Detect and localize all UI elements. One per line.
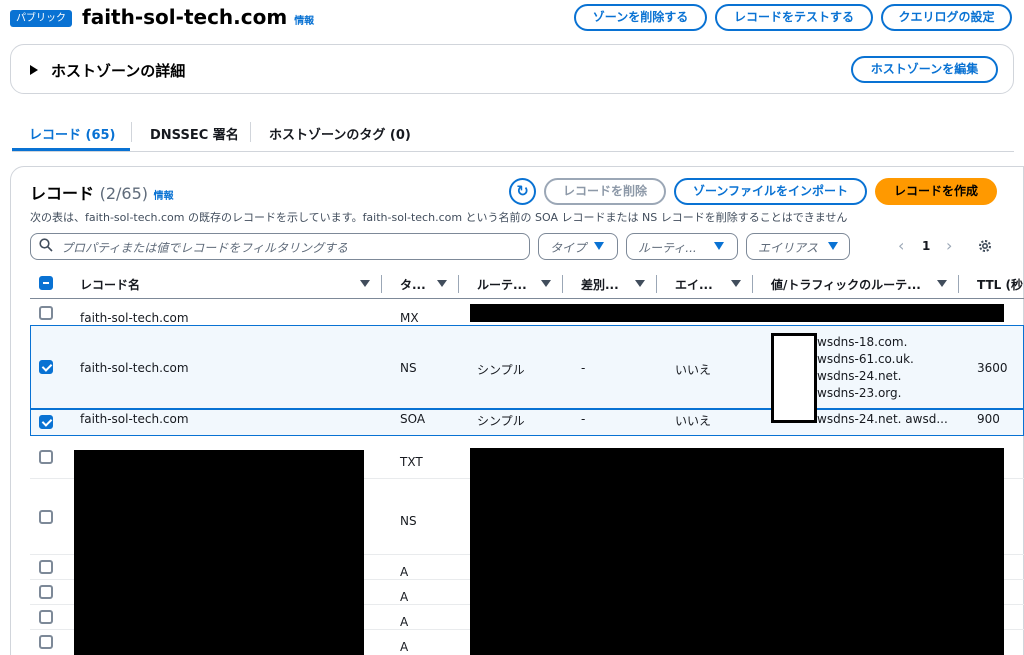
record-type: MX [400, 311, 419, 325]
column-separator[interactable] [381, 275, 382, 293]
row-checkbox[interactable] [39, 585, 53, 599]
records-count: (2/65) [99, 184, 149, 203]
domain-name: faith-sol-tech.com [82, 5, 288, 29]
record-alias: いいえ [675, 363, 712, 377]
record-type: NS [400, 361, 417, 375]
next-page-icon[interactable]: › [946, 236, 952, 255]
column-header-ttl[interactable]: TTL (秒 [977, 276, 1023, 293]
chevron-down-icon [828, 242, 838, 250]
row-checkbox[interactable] [39, 610, 53, 624]
table-header-divider [30, 298, 1024, 299]
record-name[interactable]: faith-sol-tech.com [80, 361, 189, 375]
sort-icon[interactable] [360, 280, 370, 287]
sort-icon[interactable] [541, 280, 551, 287]
select-all-checkbox[interactable] [39, 276, 53, 290]
record-value: wsdns-23.org. [817, 386, 902, 400]
public-badge: パブリック [10, 10, 72, 27]
tab-dnssec[interactable]: DNSSEC 署名 [150, 124, 239, 143]
row-checkbox[interactable] [39, 415, 53, 429]
record-differentiator: - [581, 361, 586, 375]
prev-page-icon[interactable]: ‹ [898, 236, 904, 255]
sort-icon[interactable] [437, 280, 447, 287]
alias-filter-label: エイリアス [758, 241, 819, 255]
test-record-button[interactable]: レコードをテストする [715, 4, 873, 31]
gear-icon[interactable] [977, 238, 993, 254]
chevron-down-icon [714, 242, 724, 250]
import-zone-file-button[interactable]: ゾーンファイルをインポート [674, 178, 867, 205]
column-header-type[interactable]: タ... [400, 276, 426, 293]
redacted-block [470, 448, 1004, 655]
record-value: wsdns-61.co.uk. [817, 352, 914, 366]
tab-zone-tags[interactable]: ホストゾーンのタグ (0) [269, 124, 411, 143]
tab-records[interactable]: レコード (65) [29, 124, 116, 143]
record-type: TXT [400, 455, 423, 469]
active-tab-indicator [12, 148, 130, 151]
column-separator[interactable] [562, 275, 563, 293]
records-title: レコード (2/65) 情報 [30, 180, 174, 204]
page-number[interactable]: 1 [922, 239, 930, 253]
sort-icon[interactable] [937, 280, 947, 287]
column-separator[interactable] [958, 275, 959, 293]
refresh-button[interactable]: ↻ [509, 178, 536, 205]
row-checkbox[interactable] [39, 450, 53, 464]
edit-hosted-zone-button[interactable]: ホストゾーンを編集 [851, 56, 998, 83]
delete-record-button[interactable]: レコードを削除 [544, 178, 666, 205]
record-name[interactable]: faith-sol-tech.com [80, 311, 189, 325]
row-checkbox[interactable] [39, 306, 53, 320]
redacted-block [470, 304, 1004, 322]
record-name[interactable]: faith-sol-tech.com [80, 412, 189, 426]
sort-icon[interactable] [731, 280, 741, 287]
records-info-link[interactable]: 情報 [154, 191, 174, 202]
tab-divider [131, 122, 132, 142]
type-filter-label: タイプ [550, 241, 587, 255]
record-value: wsdns-18.com. [817, 335, 908, 349]
record-type: A [400, 590, 409, 604]
column-header-name[interactable]: レコード名 [80, 276, 140, 293]
column-separator[interactable] [656, 275, 657, 293]
record-type: A [400, 565, 409, 579]
column-header-differentiator[interactable]: 差別... [581, 276, 619, 293]
page-title: faith-sol-tech.com 情報 [82, 5, 314, 29]
record-ttl: 900 [977, 412, 1000, 426]
record-routing: シンプル [477, 363, 525, 377]
record-type: SOA [400, 412, 426, 426]
expand-caret-icon[interactable] [30, 65, 38, 75]
record-value: wsdns-24.net. [817, 369, 902, 383]
delete-zone-button[interactable]: ゾーンを削除する [574, 4, 707, 31]
refresh-icon: ↻ [516, 182, 529, 200]
column-separator[interactable] [752, 275, 753, 293]
record-routing: シンプル [477, 414, 525, 428]
column-separator[interactable] [458, 275, 459, 293]
sort-icon[interactable] [635, 280, 645, 287]
create-record-button[interactable]: レコードを作成 [875, 178, 997, 205]
record-type: NS [400, 514, 417, 528]
search-icon [39, 238, 53, 252]
tab-baseline [12, 151, 1014, 152]
hosted-zone-details-title[interactable]: ホストゾーンの詳細 [51, 60, 185, 81]
info-link[interactable]: 情報 [294, 16, 314, 27]
column-header-alias[interactable]: エイ... [675, 276, 713, 293]
routing-filter-label: ルーティ... [638, 241, 697, 255]
row-checkbox[interactable] [39, 560, 53, 574]
record-alias: いいえ [675, 414, 712, 428]
record-differentiator: - [581, 412, 586, 426]
row-checkbox[interactable] [39, 360, 53, 374]
records-title-label: レコード [30, 184, 95, 203]
column-header-value[interactable]: 値/トラフィックのルーテ... [771, 276, 921, 293]
record-type: A [400, 640, 409, 654]
record-type: A [400, 615, 409, 629]
record-value: wsdns-24.net. awsd... [817, 412, 948, 426]
search-placeholder: プロパティまたは値でレコードをフィルタリングする [61, 241, 349, 255]
column-header-routing[interactable]: ルーテ... [477, 276, 527, 293]
redacted-block [74, 450, 364, 655]
records-description: 次の表は、faith-sol-tech.com の既存のレコードを示しています。… [30, 211, 848, 224]
row-checkbox[interactable] [39, 510, 53, 524]
redacted-block [771, 333, 817, 423]
query-log-button[interactable]: クエリログの設定 [881, 4, 1012, 31]
chevron-down-icon [594, 242, 604, 250]
record-ttl: 3600 [977, 361, 1008, 375]
tab-divider [250, 122, 251, 142]
row-checkbox[interactable] [39, 635, 53, 649]
